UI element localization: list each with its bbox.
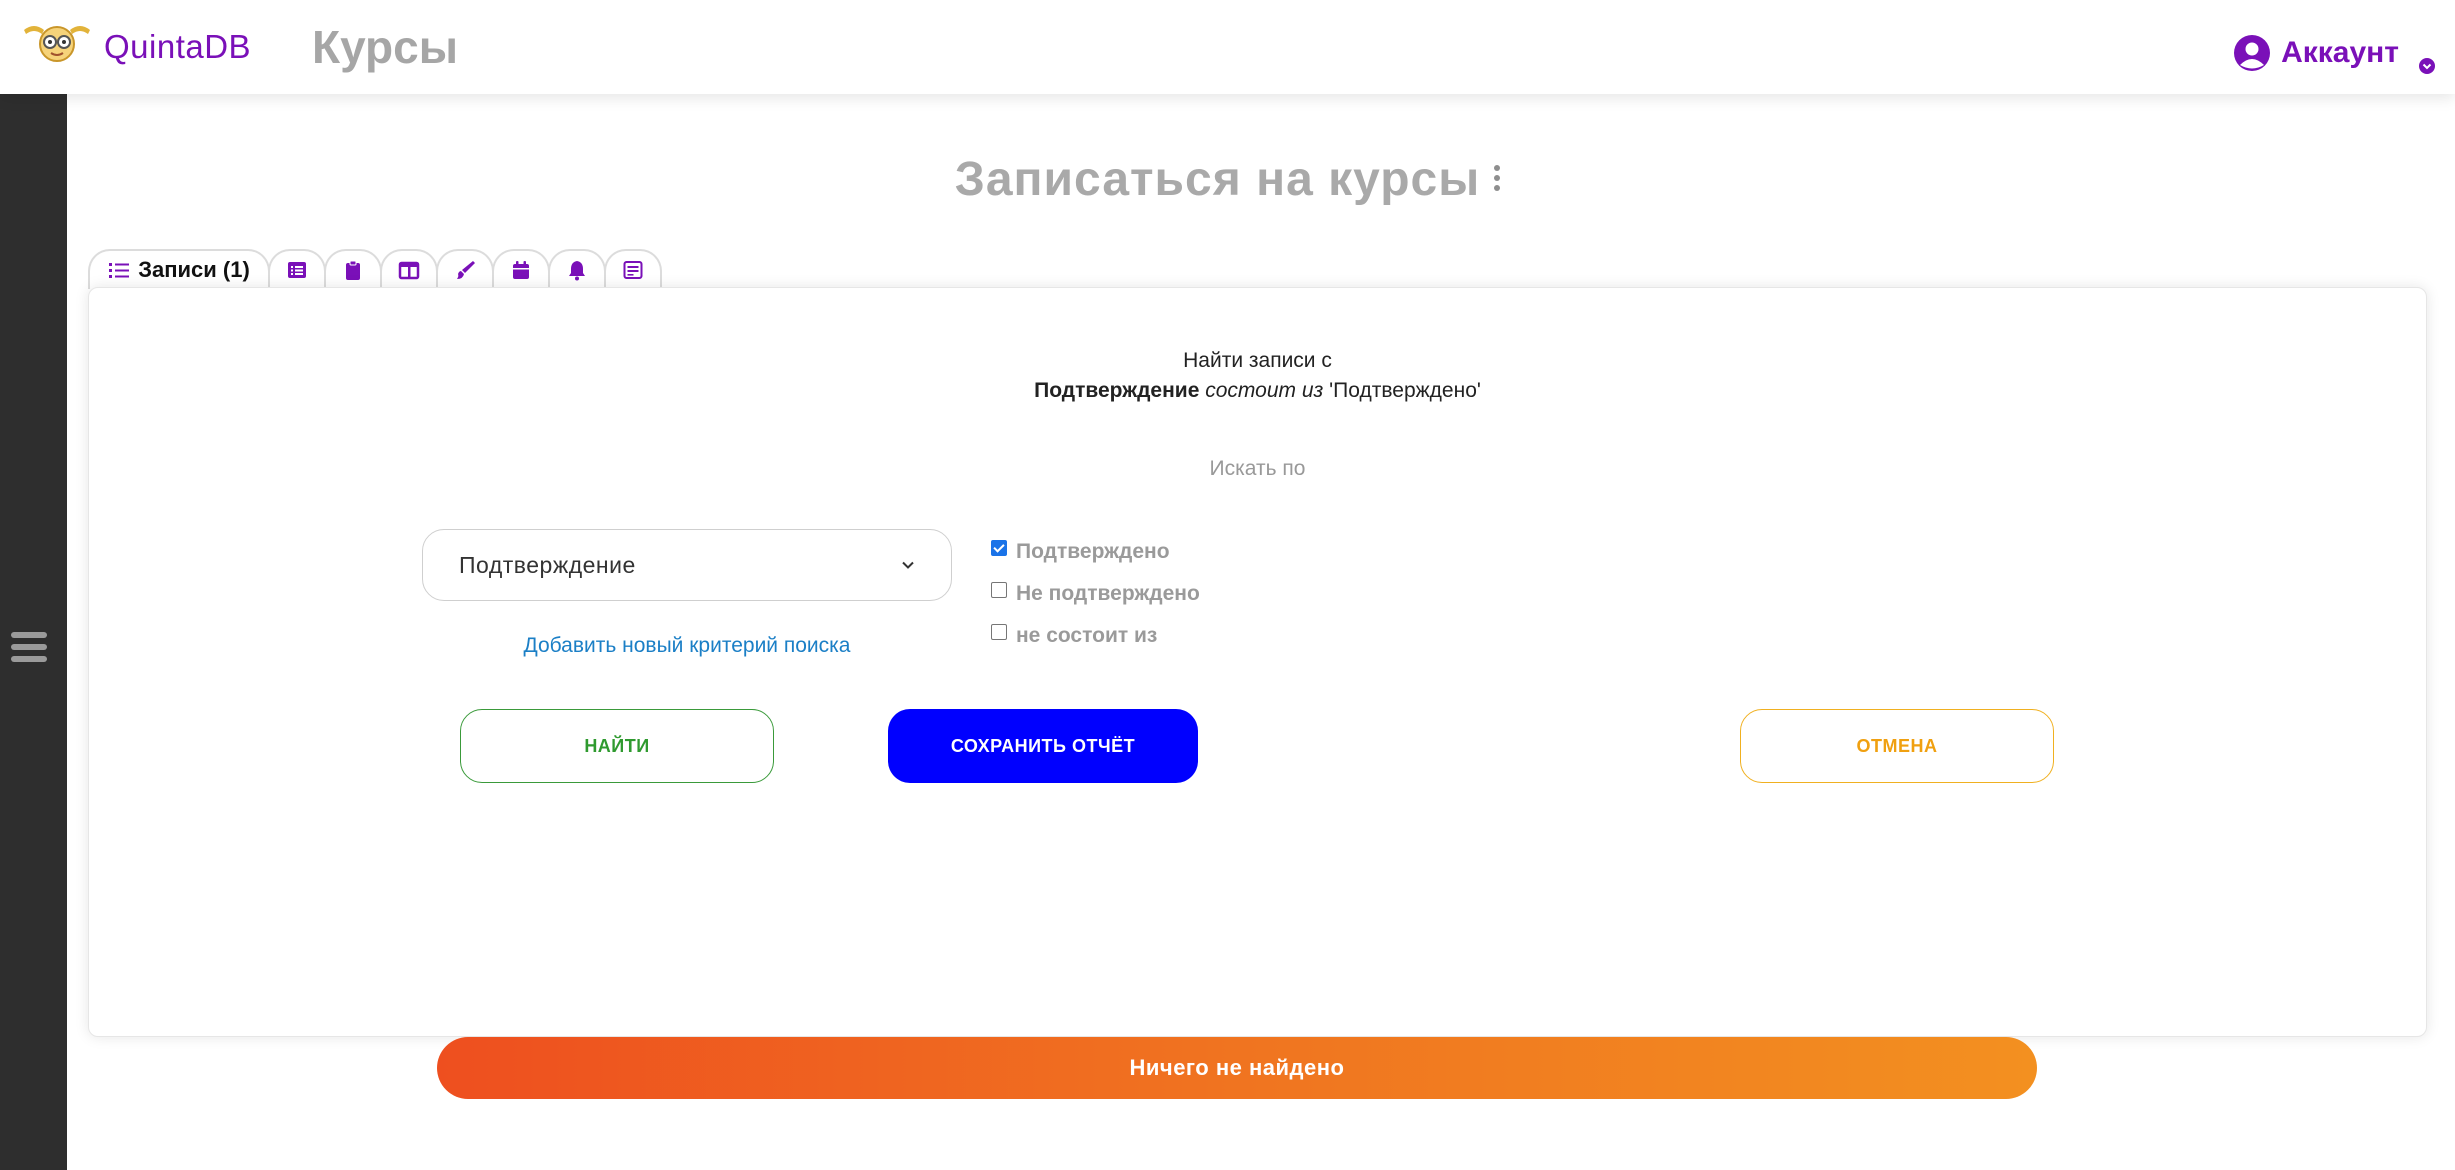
field-select-value: Подтверждение	[459, 551, 636, 578]
form-icon	[623, 261, 643, 279]
option-label: Не подтверждено	[1016, 582, 1200, 605]
account-label: Аккаунт	[2281, 36, 2399, 69]
page-title: Записаться на курсы	[954, 153, 1481, 206]
bell-icon	[569, 261, 585, 281]
no-results-banner: Ничего не найдено	[437, 1037, 2037, 1099]
search-summary: Найти записи с Подтверждение состоит из …	[89, 346, 2426, 406]
value-options: Подтверждено Не подтверждено не состоит …	[991, 531, 1200, 657]
tab-columns[interactable]	[380, 249, 438, 289]
menu-icon[interactable]	[11, 632, 47, 664]
chevron-down-icon[interactable]	[2419, 58, 2435, 74]
search-panel: Найти записи с Подтверждение состоит из …	[88, 287, 2427, 1037]
chevron-down-icon	[902, 561, 914, 569]
field-select[interactable]: Подтверждение	[422, 529, 952, 601]
account-menu[interactable]: Аккаунт	[2233, 34, 2399, 72]
clipboard-icon	[346, 260, 360, 280]
kebab-menu-icon[interactable]	[1494, 165, 1501, 192]
columns-icon	[398, 261, 420, 280]
table-list-icon	[288, 262, 306, 278]
tab-design[interactable]	[436, 249, 494, 289]
tab-notifications[interactable]	[548, 249, 606, 289]
logo-icon[interactable]	[20, 20, 94, 66]
tab-records-label: Записи (1)	[138, 257, 250, 282]
checkbox-not-confirmed[interactable]	[991, 582, 1007, 598]
checkbox-confirmed[interactable]	[991, 540, 1007, 556]
tab-records[interactable]: Записи (1)	[88, 249, 270, 289]
user-avatar-icon	[2234, 35, 2271, 71]
view-tabs: Записи (1)	[88, 249, 662, 289]
top-bar: QuintaDB Курсы Аккаунт	[0, 0, 2455, 94]
tab-table-view[interactable]	[268, 249, 326, 289]
sidebar	[0, 94, 67, 1170]
app-title[interactable]: Курсы	[312, 20, 458, 74]
tab-clipboard[interactable]	[324, 249, 382, 289]
search-by-label: Искать по	[1209, 457, 1306, 480]
option-label: Подтверждено	[1016, 540, 1170, 563]
cancel-button[interactable]: ОТМЕНА	[1740, 709, 2054, 783]
find-button[interactable]: НАЙТИ	[460, 709, 774, 783]
option-confirmed[interactable]: Подтверждено	[991, 531, 1200, 573]
option-not-confirmed[interactable]: Не подтверждено	[991, 573, 1200, 615]
calendar-icon	[513, 261, 529, 279]
checkbox-not-contains[interactable]	[991, 624, 1007, 640]
tab-form[interactable]	[604, 249, 662, 289]
search-operator: состоит из	[1205, 379, 1324, 402]
option-label: не состоит из	[1016, 624, 1158, 647]
option-not-contains[interactable]: не состоит из	[991, 615, 1200, 657]
paintbrush-icon	[457, 261, 475, 279]
search-intro: Найти записи с	[1183, 349, 1332, 372]
search-field-name: Подтверждение	[1034, 379, 1200, 402]
tab-calendar[interactable]	[492, 249, 550, 289]
save-report-button[interactable]: СОХРАНИТЬ ОТЧЁТ	[888, 709, 1198, 783]
brand-name[interactable]: QuintaDB	[104, 28, 251, 66]
list-icon	[109, 263, 130, 278]
add-criterion-link[interactable]: Добавить новый критерий поиска	[422, 634, 952, 658]
search-value: 'Подтверждено'	[1329, 379, 1481, 402]
page-title-wrap: Записаться на курсы	[0, 152, 2455, 207]
